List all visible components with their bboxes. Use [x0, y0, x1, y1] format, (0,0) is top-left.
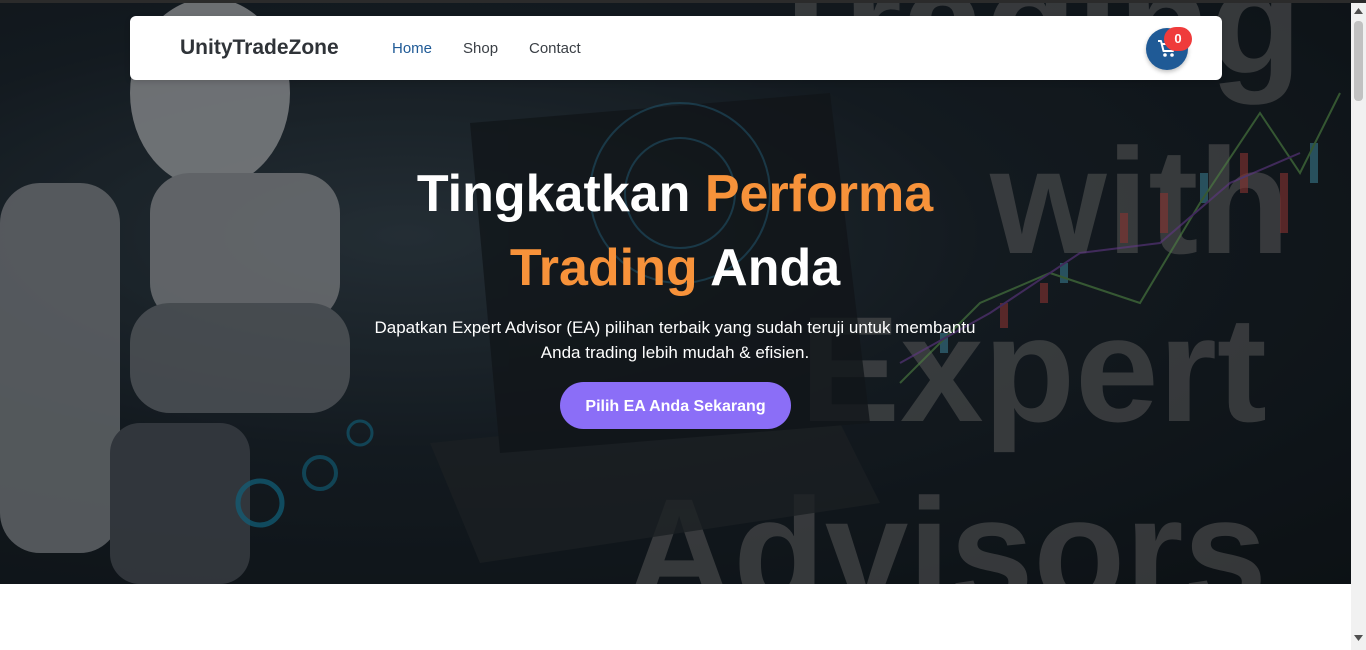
headline-accent-trading: Trading — [509, 239, 698, 297]
scroll-down-arrow-icon[interactable] — [1354, 635, 1363, 641]
headline-text-1: Tingkatkan — [416, 165, 705, 223]
nav-link-home[interactable]: Home — [392, 40, 432, 57]
nav-link-contact[interactable]: Contact — [529, 40, 581, 57]
brand-logo-link[interactable]: UnityTradeZone — [180, 36, 339, 60]
nav-link-shop[interactable]: Shop — [463, 40, 498, 57]
page-scrollbar[interactable] — [1351, 3, 1366, 650]
hero-headline: Tingkatkan Performa Trading Anda — [330, 157, 1020, 305]
page: Trading with Expert Advisors — [0, 0, 1366, 650]
headline-accent-performa: Performa — [704, 165, 934, 223]
headline-text-2: Anda — [697, 239, 841, 297]
choose-ea-button[interactable]: Pilih EA Anda Sekarang — [560, 382, 791, 429]
cart-count-badge: 0 — [1164, 27, 1192, 51]
scroll-up-arrow-icon[interactable] — [1354, 8, 1363, 14]
hero-subtext: Dapatkan Expert Advisor (EA) pilihan ter… — [374, 318, 976, 362]
top-navbar: UnityTradeZone Home Shop Contact 0 — [130, 16, 1222, 80]
scrollbar-thumb[interactable] — [1354, 21, 1363, 101]
cart-button[interactable]: 0 — [1146, 27, 1192, 70]
